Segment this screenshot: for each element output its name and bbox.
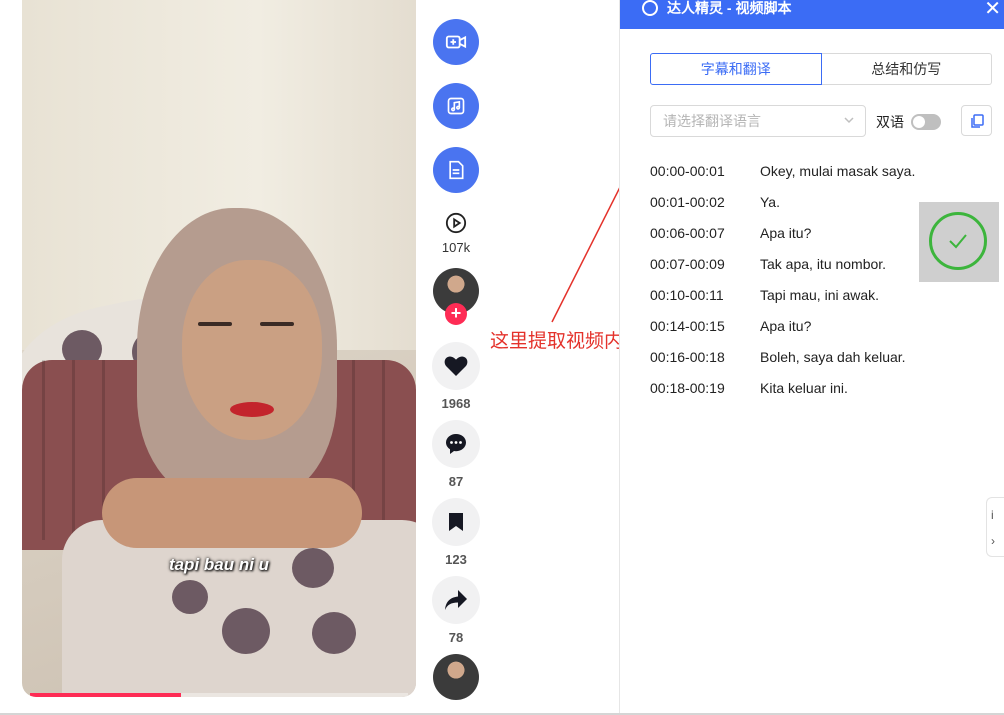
sweater-stripe [72,360,75,540]
edge-tab-arrow: › [991,534,995,548]
subtitle-text: Apa itu? [760,317,812,334]
subtitle-row[interactable]: 00:00-00:01 Okey, mulai masak saya. [650,155,980,186]
add-video-button[interactable] [433,19,479,65]
check-circle [929,212,987,270]
music-button[interactable] [433,83,479,129]
heart-icon [444,356,468,376]
video-player[interactable]: tapi bau ni u [22,0,416,697]
script-button[interactable] [433,147,479,193]
comment-button[interactable] [432,420,480,468]
document-icon [449,160,464,180]
success-overlay [919,202,999,282]
like-button[interactable] [432,342,480,390]
save-count: 123 [445,552,467,567]
chevron-down-icon [844,117,854,124]
subtitle-row[interactable]: 00:14-00:15 Apa itu? [650,310,980,341]
script-panel: 达人精灵 - 视频脚本 ✕ 字幕和翻译 总结和仿写 请选择翻译语言 双语 00:… [619,0,1004,715]
action-rail: 107k + 1968 87 123 78 [432,0,480,715]
subtitle-time: 00:16-00:18 [650,348,725,365]
copy-icon [970,113,984,128]
comment-icon [446,434,466,454]
video-figure-hands [102,478,362,548]
music-disc-avatar[interactable] [433,654,479,700]
bilingual-label: 双语 [876,114,904,130]
translation-language-select[interactable]: 请选择翻译语言 [650,105,866,137]
close-icon[interactable]: ✕ [984,0,1001,21]
subtitle-row[interactable]: 00:18-00:19 Kita keluar ini. [650,372,980,403]
copy-button[interactable] [961,105,992,136]
app-logo-icon [642,0,658,16]
bookmark-icon [449,513,463,531]
eyebrow [198,322,232,326]
side-floating-tab[interactable]: i › [986,497,1004,557]
video-figure-lips [230,402,274,417]
save-button[interactable] [432,498,480,546]
subtitle-text: Boleh, saya dah keluar. [760,348,906,365]
video-progress-bar[interactable] [30,693,408,697]
subtitle-time: 00:07-00:09 [650,255,725,272]
bilingual-toggle[interactable] [911,114,941,130]
comment-count: 87 [448,474,464,489]
follow-button[interactable]: + [445,303,467,325]
language-select-placeholder: 请选择翻译语言 [663,113,761,129]
subtitle-time: 00:00-00:01 [650,162,725,179]
subtitle-row[interactable]: 00:16-00:18 Boleh, saya dah keluar. [650,341,980,372]
toggle-knob [913,116,925,128]
pattern-dot [222,608,270,654]
pattern-dot [312,612,356,654]
edge-tab-text: i [991,508,994,522]
share-icon [445,590,467,610]
play-count-icon [445,212,467,234]
checkmark-icon [949,234,967,249]
tab-summary-rewrite[interactable]: 总结和仿写 [821,53,992,85]
panel-title: 达人精灵 - 视频脚本 [667,0,792,16]
subtitle-time: 00:14-00:15 [650,317,725,334]
music-icon [447,97,465,115]
subtitle-text: Kita keluar ini. [760,379,848,396]
subtitle-text: Tapi mau, ini awak. [760,286,880,303]
sweater-stripe [42,360,45,540]
share-button[interactable] [432,576,480,624]
video-caption: tapi bau ni u [168,555,270,574]
pattern-dot [172,580,208,614]
video-add-icon [445,35,467,49]
subtitle-time: 00:01-00:02 [650,193,725,210]
subtitle-row[interactable]: 00:10-00:11 Tapi mau, ini awak. [650,279,980,310]
play-count: 107k [441,240,471,255]
video-progress-fill [30,693,182,697]
subtitle-time: 00:06-00:07 [650,224,725,241]
like-count: 1968 [441,396,471,411]
subtitle-time: 00:10-00:11 [650,286,724,303]
sweater-stripe [382,360,385,540]
panel-header: 达人精灵 - 视频脚本 ✕ [620,0,1004,29]
share-count: 78 [448,630,464,645]
panel-tabs: 字幕和翻译 总结和仿写 [650,53,992,85]
tab-subtitles-translation[interactable]: 字幕和翻译 [650,53,822,85]
subtitle-time: 00:18-00:19 [650,379,725,396]
subtitle-text: Okey, mulai masak saya. [760,162,916,179]
screen: tapi bau ni u 107k + 1968 87 123 78 这里提取… [0,0,1004,715]
eyebrow [260,322,294,326]
